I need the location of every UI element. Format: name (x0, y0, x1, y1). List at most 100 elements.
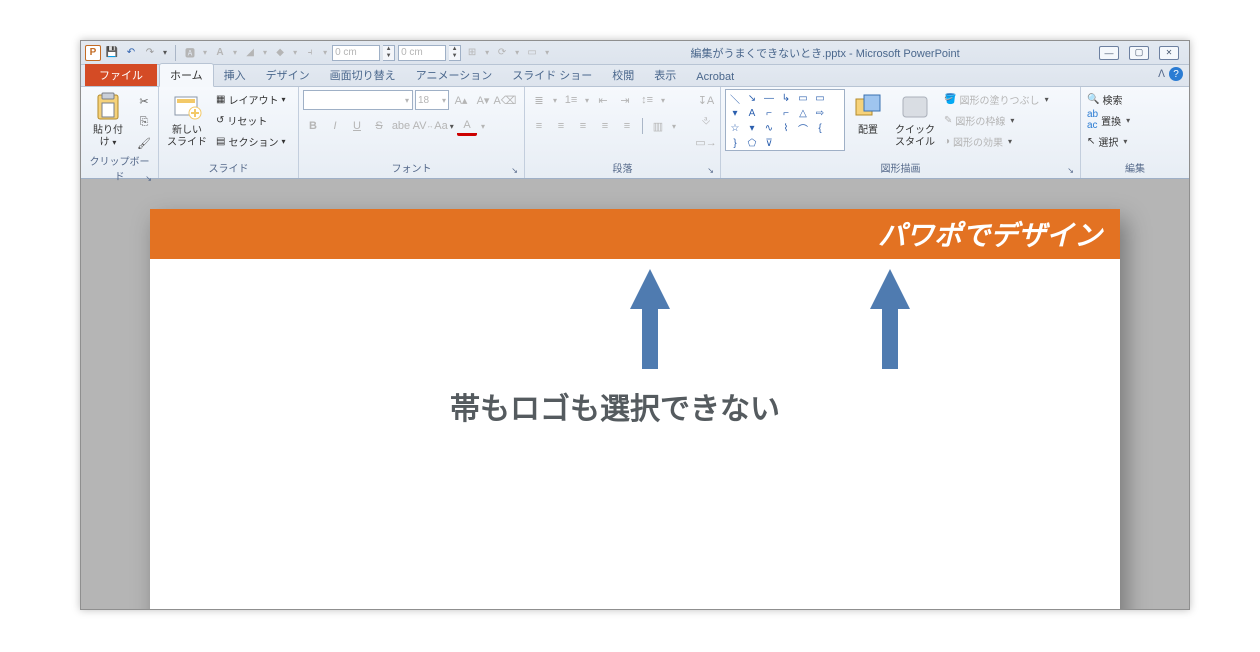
shape-star-icon[interactable]: ☆ (728, 122, 742, 134)
font-color-icon: A (212, 45, 228, 61)
shadow-icon: abe (391, 116, 411, 136)
slide-logo-text: パワポでデザイン (878, 214, 1102, 254)
tab-design[interactable]: デザイン (256, 64, 320, 86)
quick-styles-button: クイック スタイル (891, 89, 939, 151)
arrange-button[interactable]: 配置 (848, 89, 888, 139)
slide-workspace[interactable]: パワポでデザイン 帯もロゴも選択できない (81, 179, 1189, 609)
new-slide-label: 新しい スライド (167, 125, 207, 149)
shape-brace-icon[interactable]: { (813, 122, 827, 134)
tab-transitions[interactable]: 画面切り替え (320, 64, 406, 86)
format-painter-icon[interactable]: 🖌 (134, 133, 154, 153)
strike-icon: S (369, 116, 389, 136)
width-input: 0 cm (398, 45, 446, 61)
effects-icon: ◑ (944, 136, 950, 147)
shape-more-icon[interactable]: ▾ (728, 107, 742, 119)
paste-button[interactable]: 貼り付け ▾ (85, 89, 131, 151)
shape-brace2-icon[interactable]: } (728, 137, 742, 149)
undo-icon[interactable]: ↶ (123, 45, 139, 61)
tab-animations[interactable]: アニメーション (406, 64, 503, 86)
replace-button[interactable]: abac置換▾ (1085, 110, 1134, 130)
shape-triangle-icon[interactable]: △ (796, 107, 810, 119)
shape-fill-button: 🪣図形の塗りつぶし▾ (942, 89, 1053, 109)
layout-button[interactable]: ▦レイアウト ▾ (214, 89, 287, 109)
shape-line-icon[interactable]: ＼ (728, 92, 742, 104)
group-slides: 新しい スライド ▦レイアウト ▾ ↺リセット ▤セクション ▾ スライド (159, 87, 299, 178)
tab-home[interactable]: ホーム (159, 63, 214, 87)
align-right-icon: ≡ (573, 116, 593, 136)
shape-fill-icon: ◢ (242, 45, 258, 61)
shapes-gallery[interactable]: ＼ ↘ — ↳ ▭ ▭ ▾ A ⌐ ⌐ △ ⇨ ☆ ▾ ∿ ⌇ ⌒ (725, 89, 845, 151)
cut-icon[interactable]: ✂ (134, 91, 154, 111)
shape-curve-icon[interactable]: ∿ (762, 122, 776, 134)
app-icon[interactable]: P (85, 45, 101, 61)
find-icon: 🔍 (1087, 94, 1099, 105)
shape-more3-icon[interactable]: ⊽ (762, 137, 776, 149)
reset-button[interactable]: ↺リセット (214, 110, 287, 130)
group-label: 図形描画↘ (725, 160, 1076, 176)
shape-rect2-icon[interactable]: ▭ (813, 92, 827, 104)
collapse-ribbon-icon[interactable]: ᐱ (1158, 69, 1165, 80)
title-bar: P 💾 ↶ ↷ ▾ 🅰 ▾ A ▾ ◢ ▾ ◆ ▾ ⫞ ▾ 0 cm ▲▼ 0 … (81, 41, 1189, 65)
line-spacing-icon: ↕≡ (637, 90, 657, 110)
shape-arrow-icon[interactable]: ↘ (745, 92, 759, 104)
section-button[interactable]: ▤セクション ▾ (214, 131, 287, 151)
shape-outline-icon: ◆ (272, 45, 288, 61)
shape-elbow2-icon[interactable]: ⌐ (779, 107, 793, 119)
save-icon[interactable]: 💾 (104, 45, 120, 61)
shape-more2-icon[interactable]: ▾ (745, 122, 759, 134)
quick-access-toolbar: P 💾 ↶ ↷ ▾ 🅰 ▾ A ▾ ◢ ▾ ◆ ▾ ⫞ ▾ 0 cm ▲▼ 0 … (85, 45, 551, 61)
dd: ▾ (321, 48, 329, 57)
tab-slideshow[interactable]: スライド ショー (502, 64, 602, 86)
font-color-icon: A (457, 116, 477, 136)
shape-rect-icon[interactable]: ▭ (796, 92, 810, 104)
font-size-combo: 18▾ (415, 90, 449, 110)
dd: ▾ (231, 48, 239, 57)
shape-line2-icon[interactable]: — (762, 92, 776, 104)
help-icon[interactable]: ? (1169, 67, 1183, 81)
file-tab[interactable]: ファイル (85, 64, 157, 86)
shape-textbox-icon[interactable]: A (745, 107, 759, 119)
annotation-arrow-right (870, 269, 910, 369)
shape-free-icon[interactable]: ⌇ (779, 122, 793, 134)
dd: ▾ (291, 48, 299, 57)
numbering-icon: 1≡ (561, 90, 581, 110)
tab-view[interactable]: 表示 (644, 64, 686, 86)
shape-elbow-icon[interactable]: ⌐ (762, 107, 776, 119)
width-spinner: ▲▼ (449, 45, 461, 61)
tab-insert[interactable]: 挿入 (214, 64, 256, 86)
qat-dropdown[interactable]: ▾ (161, 48, 169, 57)
maximize-button[interactable]: ▢ (1129, 46, 1149, 60)
outdent-icon: ⇤ (593, 90, 613, 110)
shape-connector-icon[interactable]: ↳ (779, 92, 793, 104)
group-drawing: ＼ ↘ — ↳ ▭ ▭ ▾ A ⌐ ⌐ △ ⇨ ☆ ▾ ∿ ⌇ ⌒ (721, 87, 1081, 178)
shape-callout-icon[interactable]: ⬠ (745, 137, 759, 149)
tab-review[interactable]: 校閲 (602, 64, 644, 86)
tab-acrobat[interactable]: Acrobat (686, 68, 744, 86)
distributed-icon: ≡ (617, 116, 637, 136)
align-icon: ⫞ (302, 45, 318, 61)
app-window: P 💾 ↶ ↷ ▾ 🅰 ▾ A ▾ ◢ ▾ ◆ ▾ ⫞ ▾ 0 cm ▲▼ 0 … (80, 40, 1190, 610)
dialog-launcher-icon[interactable]: ↘ (511, 166, 518, 175)
change-case-icon: Aa▾ (435, 116, 455, 136)
dialog-launcher-icon[interactable]: ↘ (1067, 166, 1074, 175)
find-button[interactable]: 🔍検索 (1085, 89, 1134, 109)
redo-icon[interactable]: ↷ (142, 45, 158, 61)
replace-icon: abac (1087, 109, 1098, 131)
new-slide-button[interactable]: 新しい スライド (163, 89, 211, 151)
dialog-launcher-icon[interactable]: ↘ (145, 174, 152, 183)
minimize-button[interactable]: ― (1099, 46, 1119, 60)
ribbon-tabs: ファイル ホーム 挿入 デザイン 画面切り替え アニメーション スライド ショー… (81, 65, 1189, 87)
window-title: 編集がうまくできないとき.pptx - Microsoft PowerPoint (551, 45, 1099, 61)
bullets-icon: ≣ (529, 90, 549, 110)
copy-icon[interactable]: ⎘ (134, 112, 154, 132)
group-editing: 🔍検索 abac置換▾ ↖選択▾ 編集 (1081, 87, 1189, 178)
dd: ▾ (543, 48, 551, 57)
slide-canvas[interactable]: パワポでデザイン 帯もロゴも選択できない (150, 209, 1120, 609)
close-button[interactable]: ✕ (1159, 46, 1179, 60)
italic-icon: I (325, 116, 345, 136)
shape-arrow2-icon[interactable]: ⇨ (813, 107, 827, 119)
dialog-launcher-icon[interactable]: ↘ (707, 166, 714, 175)
text-tool-icon: 🅰 (182, 45, 198, 61)
select-button[interactable]: ↖選択▾ (1085, 131, 1134, 151)
shape-arc-icon[interactable]: ⌒ (796, 122, 810, 134)
